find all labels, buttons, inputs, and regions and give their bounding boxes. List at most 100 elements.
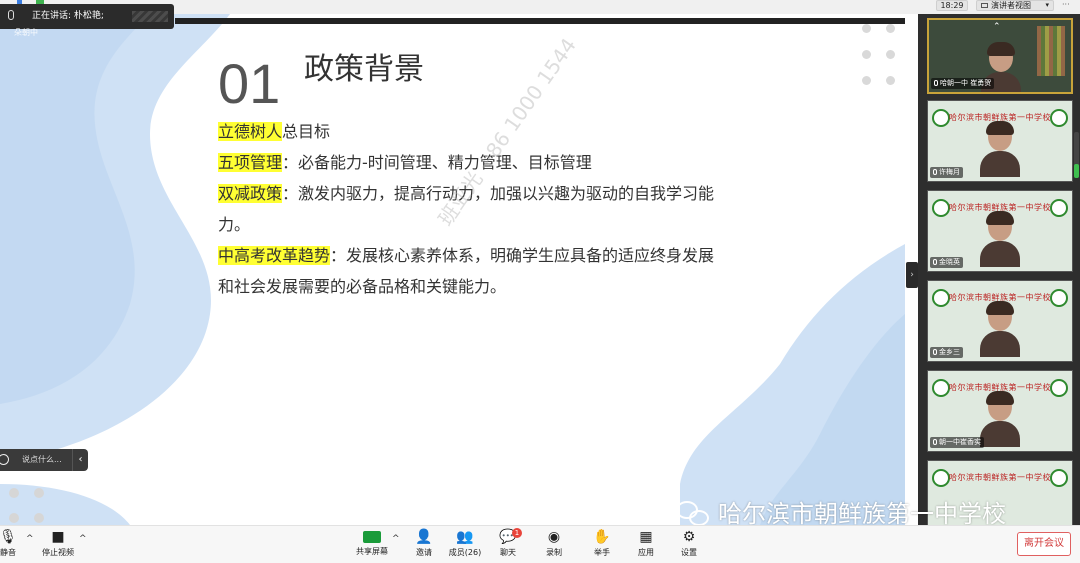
record-icon: ◉: [547, 529, 561, 545]
invite-button[interactable]: 👤 邀请: [404, 529, 444, 558]
chat-bubble-icon: 💬: [499, 529, 517, 545]
video-options-chevron-icon[interactable]: ^: [79, 534, 87, 544]
participant-avatar: [980, 391, 1020, 447]
mute-options-chevron-icon[interactable]: ^: [26, 534, 34, 544]
meeting-clock: 18:29: [936, 0, 968, 11]
dot: [862, 76, 871, 85]
view-mode-button[interactable]: 演讲者视图 ▾: [976, 0, 1054, 11]
participant-name: 金乡三: [930, 347, 963, 358]
wechat-icon: [676, 501, 710, 527]
participant-name: 许梅月: [930, 167, 963, 178]
share-screen-label: 共享屏幕: [356, 547, 388, 556]
policy-highlight: 中高考改革趋势: [218, 246, 331, 265]
dot: [886, 50, 895, 59]
participant-video[interactable]: 哈尔滨市朝鲜族第一中学校 朝一中崔香实: [927, 370, 1073, 452]
chevron-left-icon[interactable]: ‹: [72, 449, 88, 471]
invite-user-icon: 👤: [415, 529, 433, 545]
members-label: 成员(26): [448, 548, 482, 557]
participant-name: 哈朝一中 崔勇贺: [931, 78, 995, 89]
microphone-icon: [8, 10, 14, 20]
participant-panel: ⌃ 哈朝一中 崔勇贺 哈尔滨市朝鲜族第一中学校 许梅月 哈尔滨市朝鲜族第一中学校…: [918, 14, 1080, 529]
dot: [9, 513, 19, 523]
leave-meeting-button[interactable]: 离开会议: [1017, 532, 1071, 556]
dot: [34, 513, 44, 523]
speaking-level: [132, 11, 168, 22]
participant-avatar: [980, 121, 1020, 177]
participant-avatar: [980, 211, 1020, 267]
mute-button[interactable]: 🎙 静音: [0, 529, 28, 558]
dot: [886, 24, 895, 33]
chat-button[interactable]: 💬 1 聊天: [488, 528, 528, 558]
record-button[interactable]: ◉ 录制: [534, 529, 574, 558]
dot: [862, 50, 871, 59]
policy-highlight: 立德树人: [218, 122, 283, 141]
school-watermark-text: 哈尔滨市朝鲜族第一中学校: [718, 500, 1006, 528]
dot: [886, 76, 895, 85]
view-mode-label: 演讲者视图: [991, 1, 1031, 10]
chevron-up-icon[interactable]: ⌃: [993, 22, 1001, 32]
members-button[interactable]: 👥 成员(26): [445, 529, 485, 558]
volume-meter: [1074, 132, 1079, 178]
speaking-indicator: 正在讲话: 朴松艳;: [0, 4, 174, 29]
emoji-icon[interactable]: [0, 454, 9, 465]
view-mode-icon: [981, 3, 988, 8]
video-camera-icon: ■: [51, 529, 65, 545]
participant-name: 朝一中崔香实: [930, 437, 984, 448]
bottom-left-blob: [0, 484, 130, 525]
stop-video-label: 停止视频: [42, 548, 74, 557]
participant-video[interactable]: 哈尔滨市朝鲜族第一中学校 许梅月: [927, 100, 1073, 182]
chat-placeholder: 说点什么...: [22, 455, 62, 464]
dot: [9, 488, 19, 498]
gear-icon: ⚙: [682, 529, 696, 545]
share-screen-button[interactable]: 共享屏幕: [352, 529, 392, 557]
background-bookshelf: [1037, 26, 1065, 76]
school-emblem-icon: [1050, 379, 1068, 397]
policy-text: ：必备能力-时间管理、精力管理、目标管理: [282, 153, 592, 172]
speaker-subtitle: 朵朝中: [14, 28, 38, 37]
school-emblem-icon: [1050, 109, 1068, 127]
school-emblem-icon: [1050, 289, 1068, 307]
apps-grid-icon: ▦: [639, 529, 653, 545]
policy-highlight: 五项管理: [218, 153, 283, 172]
chat-unread-badge: 1: [512, 528, 522, 538]
apps-button[interactable]: ▦ 应用: [626, 529, 666, 558]
stop-video-button[interactable]: ■ 停止视频: [38, 529, 78, 558]
share-options-chevron-icon[interactable]: ^: [392, 534, 400, 544]
school-emblem-icon: [1050, 469, 1068, 487]
slide-number: 01: [218, 52, 281, 115]
dot: [862, 24, 871, 33]
slide-content: 立德树人总目标 五项管理：必备能力-时间管理、精力管理、目标管理 双减政策：激发…: [218, 116, 728, 302]
raise-hand-label: 举手: [594, 548, 610, 557]
invite-label: 邀请: [416, 548, 432, 557]
members-icon: 👥: [456, 529, 474, 545]
decorative-dots: [858, 24, 898, 86]
participant-video[interactable]: ⌃ 哈朝一中 崔勇贺: [927, 18, 1073, 94]
school-emblem-icon: [1050, 199, 1068, 217]
raise-hand-button[interactable]: ✋ 举手: [582, 529, 622, 558]
participant-name: 金晓英: [930, 257, 963, 268]
microphone-icon: 🎙: [0, 529, 17, 545]
apps-label: 应用: [638, 548, 654, 557]
participant-video[interactable]: 哈尔滨市朝鲜族第一中学校 金晓英: [927, 190, 1073, 272]
record-label: 录制: [546, 548, 562, 557]
collapse-panel-button[interactable]: ›: [906, 262, 918, 288]
policy-text: 总目标: [282, 122, 331, 141]
speaking-text: 正在讲话: 朴松艳;: [32, 11, 104, 21]
policy-highlight: 双减政策: [218, 184, 283, 203]
chevron-down-icon: ▾: [1045, 1, 1049, 9]
share-screen-icon: [363, 531, 381, 543]
slide-top-border: [175, 18, 905, 24]
dot: [34, 488, 44, 498]
meeting-toolbar: 🎙 静音 ^ ■ 停止视频 ^ 共享屏幕 ^ 👤 邀请 👥 成员(26) 💬 1 聊天 ◉ 录…: [0, 525, 1080, 563]
settings-button[interactable]: ⚙ 设置: [669, 529, 709, 558]
settings-label: 设置: [681, 548, 697, 557]
chat-input[interactable]: 说点什么... ‹: [0, 449, 88, 471]
participant-avatar: [980, 301, 1020, 357]
shared-slide: 01 政策背景 立德树人总目标 五项管理：必备能力-时间管理、精力管理、目标管理…: [0, 14, 905, 525]
mute-label: 静音: [0, 548, 16, 557]
policy-item: 立德树人总目标: [218, 116, 728, 147]
hand-icon: ✋: [593, 529, 611, 545]
chat-label: 聊天: [500, 548, 516, 557]
more-options-button[interactable]: ···: [1062, 0, 1070, 9]
participant-video[interactable]: 哈尔滨市朝鲜族第一中学校 金乡三: [927, 280, 1073, 362]
